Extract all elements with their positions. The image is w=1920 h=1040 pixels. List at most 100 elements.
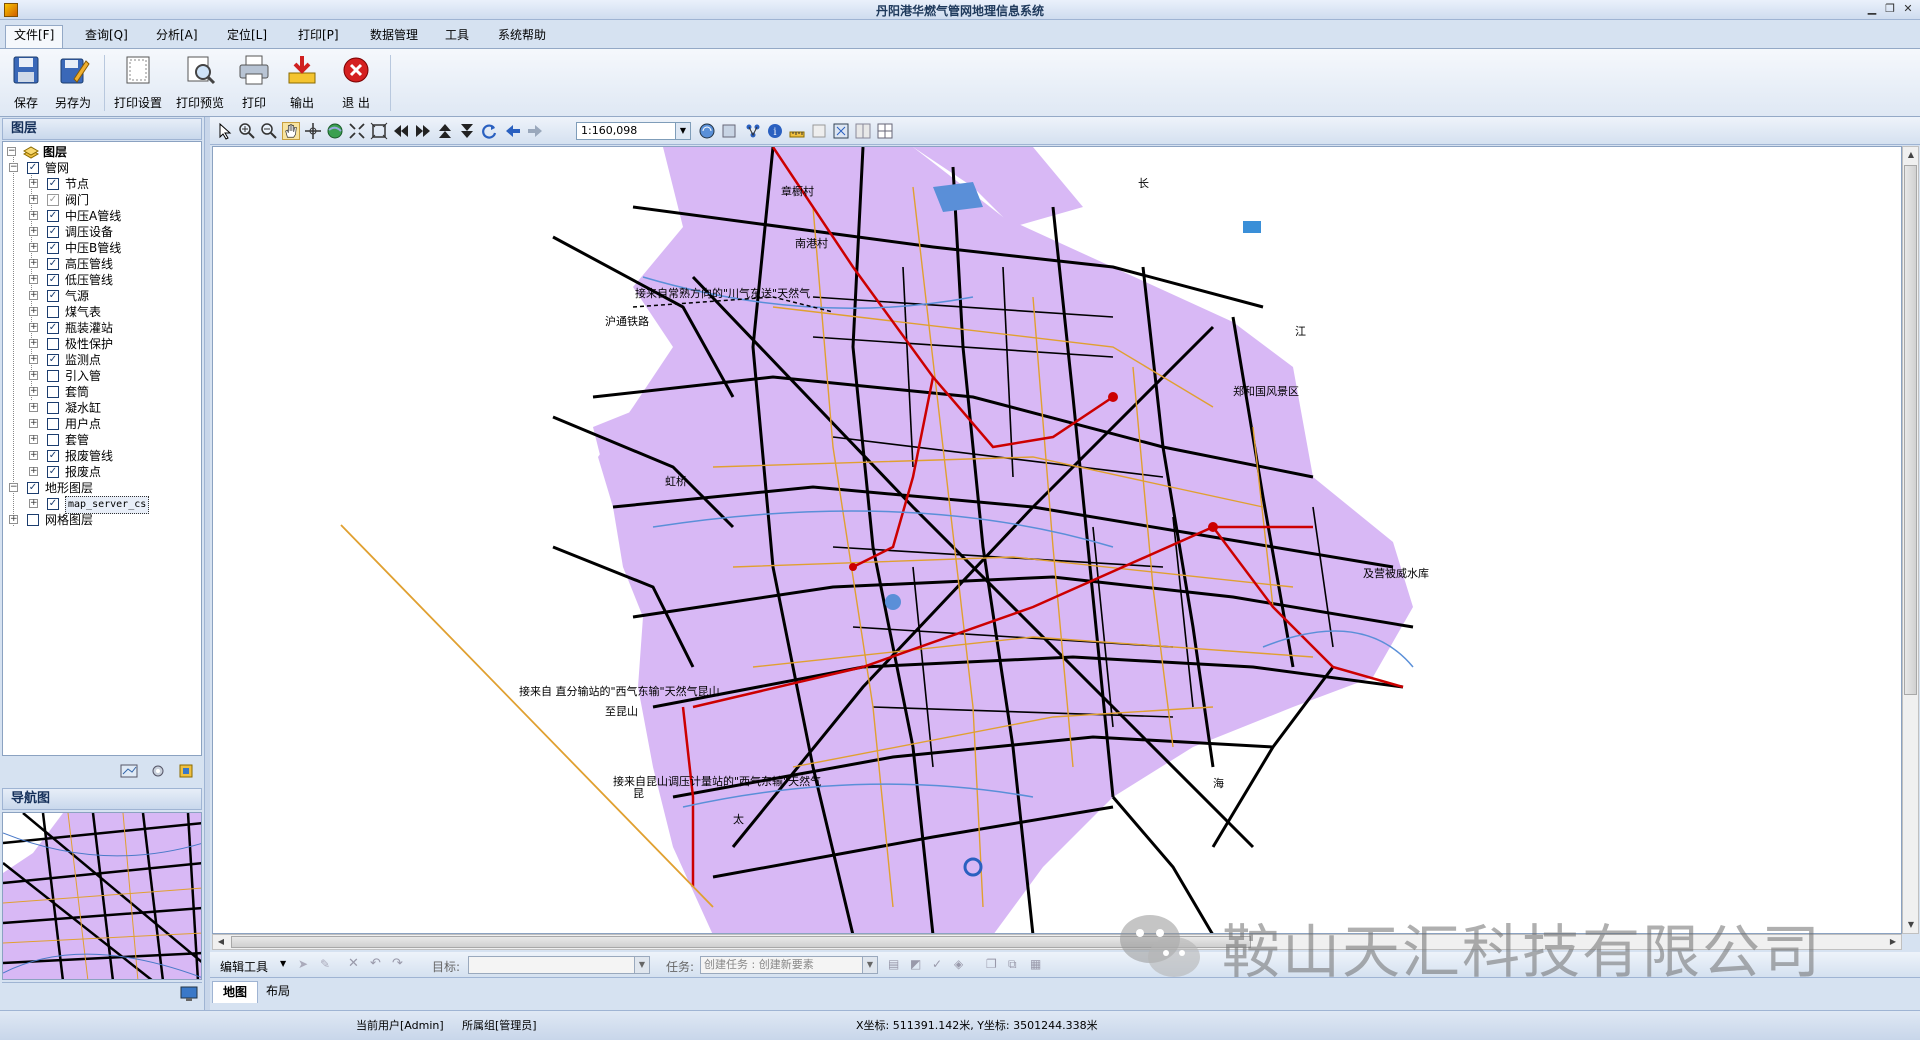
print-preview-button[interactable]: 打印预览	[172, 53, 228, 111]
copy-icon[interactable]: ❐	[986, 957, 997, 971]
menu-analysis[interactable]: 分析[A]	[148, 26, 206, 46]
scale-combo[interactable]: 1:160,098 ▼	[576, 122, 691, 140]
forward-extent-icon[interactable]	[414, 122, 432, 140]
print-setup-button[interactable]: 打印设置	[110, 53, 166, 111]
expand-icon[interactable]: +	[29, 371, 38, 380]
previous-view-icon[interactable]	[504, 122, 522, 140]
chevron-down-icon[interactable]: ▼	[280, 959, 286, 968]
map-canvas[interactable]: 接来自常熟方向的"川气东送"天然气 接来自 直分输站的"西气东输"天然气昆山 接…	[212, 146, 1902, 934]
next-view-icon[interactable]	[526, 122, 544, 140]
layers-tree[interactable]: − 图层 − ✓ 管网 + ✓ 节点 + ✓ 阀门 + ✓ 中压A管线 + ✓ 调压设备 + ✓ 中压B管线 + ✓ 高…	[2, 141, 202, 756]
expand-icon[interactable]: +	[29, 499, 38, 508]
vertex-icon[interactable]: ◩	[910, 957, 921, 971]
globe-refresh-icon[interactable]	[698, 122, 716, 140]
layer-checkbox[interactable]: ✓	[47, 290, 59, 302]
menu-locate[interactable]: 定位[L]	[219, 26, 275, 46]
expand-icon[interactable]: +	[29, 211, 38, 220]
layer-checkbox[interactable]: ✓	[47, 466, 59, 478]
chevron-down-icon[interactable]: ▼	[634, 957, 649, 973]
refresh-icon[interactable]	[178, 763, 194, 779]
layer-checkbox[interactable]	[47, 370, 59, 382]
sketch-icon[interactable]: ✎	[320, 957, 330, 971]
layer-checkbox[interactable]: ✓	[47, 258, 59, 270]
chevron-down-icon[interactable]: ▼	[675, 123, 690, 139]
layer-checkbox[interactable]: ✓	[47, 354, 59, 366]
expand-icon[interactable]: +	[29, 179, 38, 188]
undo-icon[interactable]: ↶	[370, 956, 381, 971]
layer-checkbox[interactable]	[47, 402, 59, 414]
layer-checkbox[interactable]: ✓	[47, 498, 59, 510]
select-arrow-icon[interactable]	[216, 122, 234, 140]
close-button[interactable]: ✕	[1900, 2, 1916, 17]
expand-icon[interactable]: +	[9, 515, 18, 524]
expand-icon[interactable]: +	[29, 387, 38, 396]
expand-icon[interactable]: +	[29, 467, 38, 476]
edit-arrow-icon[interactable]: ➤	[298, 957, 308, 971]
clear-select-icon[interactable]	[810, 122, 828, 140]
layer-checkbox[interactable]: ✓	[47, 194, 59, 206]
layer-manage-icon[interactable]	[720, 122, 738, 140]
overview-icon[interactable]	[120, 763, 138, 779]
expand-icon[interactable]: +	[29, 291, 38, 300]
layer-checkbox[interactable]: ✓	[47, 242, 59, 254]
swipe-icon[interactable]	[854, 122, 872, 140]
scrollbar-thumb[interactable]	[231, 936, 1251, 948]
table-icon[interactable]: ▦	[1030, 957, 1041, 971]
menu-file[interactable]: 文件[F]	[5, 25, 64, 48]
layer-checkbox[interactable]	[47, 306, 59, 318]
settings-icon[interactable]	[150, 763, 166, 779]
collapse-icon[interactable]: −	[7, 147, 16, 156]
expand-icon[interactable]: +	[29, 259, 38, 268]
collapse-icon[interactable]: −	[9, 483, 18, 492]
expand-icon[interactable]: +	[29, 451, 38, 460]
layer-checkbox[interactable]: ✓	[47, 274, 59, 286]
expand-icon[interactable]: +	[29, 435, 38, 444]
save-button[interactable]: 保存	[6, 53, 46, 111]
zoom-out-icon[interactable]	[260, 122, 278, 140]
expand-icon[interactable]: +	[29, 243, 38, 252]
collapse-icon[interactable]: −	[9, 163, 18, 172]
fixed-zoom-in-icon[interactable]	[348, 122, 366, 140]
move-up-icon[interactable]	[436, 122, 454, 140]
layer-checkbox[interactable]: ✓	[47, 178, 59, 190]
layer-checkbox[interactable]	[47, 418, 59, 430]
grid-icon[interactable]	[876, 122, 894, 140]
expand-icon[interactable]: +	[29, 323, 38, 332]
expand-icon[interactable]: +	[29, 355, 38, 364]
scrollbar-thumb[interactable]	[1904, 165, 1917, 695]
menu-help[interactable]: 系统帮助	[490, 26, 554, 46]
identify-icon[interactable]	[832, 122, 850, 140]
layer-checkbox[interactable]: ✓	[47, 322, 59, 334]
edit-tools-menu[interactable]: 编辑工具	[220, 958, 268, 975]
network-icon[interactable]	[744, 122, 762, 140]
exit-button[interactable]: 退 出	[336, 53, 376, 111]
full-extent-icon[interactable]	[326, 122, 344, 140]
chevron-down-icon[interactable]: ▼	[862, 957, 877, 973]
layer-checkbox[interactable]: ✓	[27, 482, 39, 494]
minimize-button[interactable]: ▁	[1864, 2, 1880, 17]
delete-icon[interactable]: ✕	[348, 956, 359, 971]
panel-splitter[interactable]	[204, 117, 210, 1010]
layer-checkbox[interactable]	[47, 386, 59, 398]
navigation-map[interactable]	[2, 812, 202, 980]
menu-query[interactable]: 查询[Q]	[77, 26, 136, 46]
zoom-center-icon[interactable]	[304, 122, 322, 140]
attributes-icon[interactable]: ▤	[888, 957, 899, 971]
task-combo[interactable]: 创建任务 : 创建新要素 ▼	[700, 956, 878, 974]
layer-checkbox[interactable]: ✓	[47, 210, 59, 222]
scroll-up-icon[interactable]: ▲	[1904, 148, 1918, 162]
expand-icon[interactable]: +	[29, 227, 38, 236]
move-down-icon[interactable]	[458, 122, 476, 140]
shield-icon[interactable]: ◈	[954, 957, 963, 971]
layer-checkbox[interactable]: ✓	[27, 162, 39, 174]
expand-icon[interactable]: +	[29, 403, 38, 412]
measure-icon[interactable]	[788, 122, 806, 140]
merge-icon[interactable]: ⧉	[1008, 957, 1017, 972]
expand-icon[interactable]: +	[29, 275, 38, 284]
layer-checkbox[interactable]: ✓	[47, 226, 59, 238]
expand-icon[interactable]: +	[29, 195, 38, 204]
layer-checkbox[interactable]	[27, 514, 39, 526]
target-combo[interactable]: ▼	[468, 956, 650, 974]
check-icon[interactable]: ✓	[932, 957, 942, 971]
print-button[interactable]: 打印	[234, 53, 274, 111]
